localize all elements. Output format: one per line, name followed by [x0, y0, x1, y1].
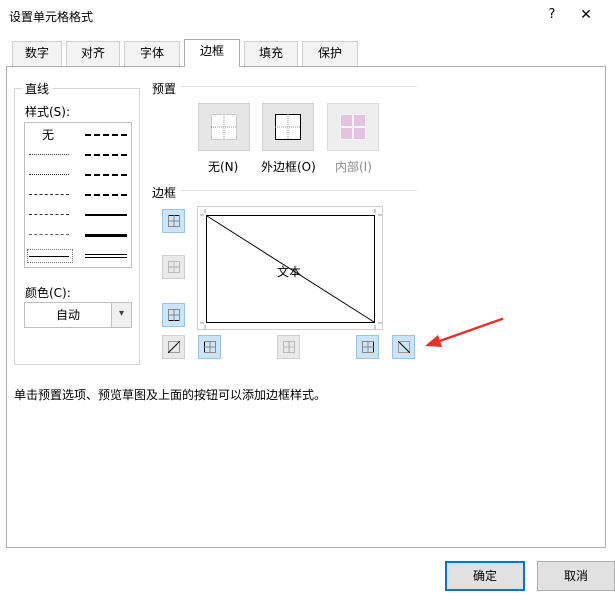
border-top-button[interactable]	[162, 209, 185, 233]
border-right-button[interactable]	[356, 335, 379, 359]
preview-text: 文本	[277, 265, 302, 279]
border-title: 边框	[152, 186, 177, 200]
close-button[interactable]: ✕	[574, 4, 598, 26]
line-style-thin[interactable]	[29, 256, 69, 257]
preset-none-icon	[211, 114, 237, 140]
tab-border[interactable]: 边框	[184, 39, 240, 67]
border-diagonal-down-button[interactable]	[392, 335, 415, 359]
tab-font[interactable]: 字体	[124, 41, 180, 66]
preset-inside-label: 内部(I)	[335, 160, 372, 174]
line-style-dashed[interactable]	[29, 234, 69, 235]
hint-text: 单击预置选项、预览草图及上面的按钮可以添加边框样式。	[14, 388, 327, 402]
border-right-icon	[362, 341, 374, 353]
line-style-list[interactable]: 无	[24, 122, 132, 268]
border-bottom-button[interactable]	[162, 303, 185, 327]
line-style-medium-dash-dot-dot[interactable]	[85, 134, 127, 136]
presets-separator	[181, 86, 417, 87]
border-inside-vertical-icon	[283, 341, 295, 353]
line-style-thick[interactable]	[85, 234, 127, 237]
line-style-hair[interactable]	[29, 154, 69, 155]
border-left-icon	[204, 341, 216, 353]
tab-protection[interactable]: 保护	[302, 41, 358, 66]
border-separator	[181, 190, 417, 191]
style-label: 样式(S):	[25, 105, 71, 119]
line-style-medium[interactable]	[85, 214, 127, 216]
line-style-none[interactable]: 无	[42, 126, 54, 143]
line-style-dash-dot[interactable]	[29, 214, 69, 215]
line-style-medium-dash-dot[interactable]	[85, 174, 127, 176]
presets-title: 预置	[152, 82, 177, 96]
dialog-title: 设置单元格格式	[9, 10, 94, 24]
line-style-dash-dot-dot[interactable]	[29, 194, 69, 195]
tab-number[interactable]: 数字	[12, 41, 62, 66]
preset-outline-icon	[275, 114, 301, 140]
border-inside-horizontal-icon	[168, 261, 180, 273]
border-preview[interactable]: 文本	[197, 206, 383, 330]
border-inside-vertical-button[interactable]	[277, 335, 300, 359]
color-select[interactable]: 自动 ▾	[24, 302, 132, 328]
line-style-double[interactable]	[85, 254, 127, 258]
preset-outline-label: 外边框(O)	[261, 160, 316, 174]
tab-alignment[interactable]: 对齐	[66, 41, 120, 66]
color-select-value: 自动	[55, 308, 80, 322]
diagonal-down-icon	[398, 341, 410, 353]
preset-inside-button[interactable]	[327, 103, 379, 151]
chevron-down-icon[interactable]: ▾	[111, 303, 131, 327]
line-style-medium-dashed[interactable]	[85, 194, 127, 196]
border-diagonal-up-button[interactable]	[162, 335, 185, 359]
line-section-title: 直线	[22, 80, 53, 97]
preset-none-button[interactable]	[198, 103, 250, 151]
border-left-button[interactable]	[198, 335, 221, 359]
ok-button[interactable]: 确定	[445, 561, 525, 591]
border-top-icon	[168, 215, 180, 227]
preset-none-label: 无(N)	[208, 160, 239, 174]
line-style-slant-dash-dot[interactable]	[85, 154, 127, 156]
border-bottom-icon	[168, 309, 180, 321]
line-style-dotted[interactable]	[29, 174, 69, 175]
annotation-arrow-icon	[425, 317, 504, 347]
diagonal-up-icon	[168, 341, 180, 353]
help-button[interactable]: ?	[540, 4, 564, 26]
border-inside-horizontal-button[interactable]	[162, 255, 185, 279]
preset-inside-icon	[340, 114, 366, 140]
cancel-button[interactable]: 取消	[537, 561, 615, 591]
color-label: 颜色(C):	[25, 286, 71, 300]
tab-fill[interactable]: 填充	[244, 41, 298, 66]
preset-outline-button[interactable]	[262, 103, 314, 151]
